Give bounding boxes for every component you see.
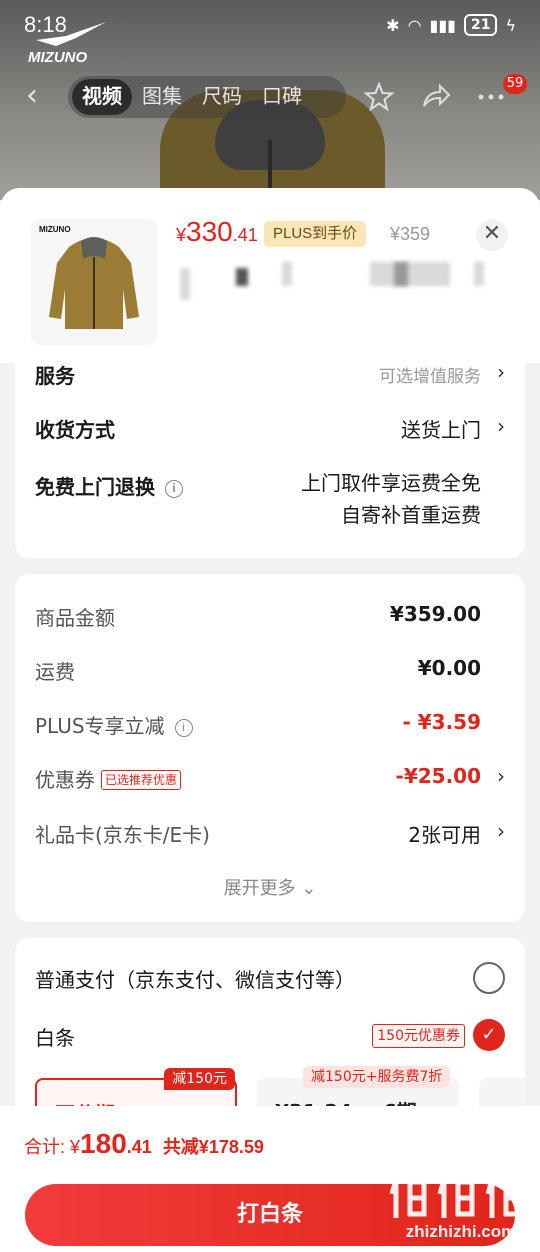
baitiao-coupon-tag: 150元优惠券 (372, 1024, 465, 1048)
more-badge: 59 (503, 74, 527, 94)
return-row: 免费上门退换 i 上门取件享运费全免 自寄补首重运费 (35, 471, 505, 531)
service-card: 服务 可选增值服务 › 收货方式 送货上门 › 免费上门退换 i 上门取件享运费全… (15, 360, 525, 558)
blurred-spec (394, 262, 408, 286)
chevron-right-icon: › (497, 414, 505, 438)
gallery-tabs: 视频 图集 尺码 口碑 (68, 76, 346, 118)
giftcard-row[interactable]: 礼品卡(京东卡/E卡) 2张可用 › (35, 819, 505, 849)
logo-text: MIZUNO (28, 49, 87, 66)
price-integer: 330 (186, 216, 233, 247)
shipping-label: 运费 (35, 660, 75, 684)
return-value-line1: 上门取件享运费全免 (301, 471, 481, 495)
total-decimal: .41 (126, 1137, 152, 1157)
delivery-label: 收货方式 (35, 418, 115, 442)
expand-more[interactable]: 展开更多 ⌄ (15, 874, 525, 900)
blurred-spec (282, 262, 292, 286)
plus-discount-row: PLUS专享立减 i - ¥3.59 (35, 710, 505, 740)
plus-discount-label: PLUS专享立减 (35, 714, 165, 738)
baitiao-label: 白条 (35, 1026, 75, 1050)
sale-price: ¥330.41 (176, 216, 258, 248)
bluetooth-icon: ✱ (386, 15, 400, 35)
tab-size[interactable]: 尺码 (192, 79, 252, 115)
tab-video[interactable]: 视频 (72, 79, 132, 115)
total-integer: 180 (80, 1128, 127, 1159)
return-value: 上门取件享运费全免 自寄补首重运费 (301, 467, 481, 531)
giftcard-label: 礼品卡(京东卡/E卡) (35, 823, 210, 847)
wifi-icon: ◠ (407, 15, 422, 35)
battery-icon: 21 (463, 14, 498, 36)
price-decimal: .41 (232, 225, 258, 245)
plus-discount-value: - ¥3.59 (402, 710, 481, 734)
return-label: 免费上门退换 (35, 475, 155, 499)
goods-amount-value: ¥359.00 (389, 602, 481, 626)
plus-discount-label-wrap: PLUS专享立减 i (35, 710, 193, 739)
tab-reviews[interactable]: 口碑 (252, 79, 312, 115)
watermark: zhizhizhi.com (388, 1164, 534, 1248)
baitiao-radio-checked[interactable]: ✓ (473, 1019, 505, 1051)
total-amount: 合计: ¥180.41 共减¥178.59 (24, 1128, 264, 1160)
price-currency: ¥ (176, 225, 187, 245)
blurred-spec (370, 262, 450, 286)
shipping-row: 运费 ¥0.00 (35, 656, 505, 686)
chevron-right-icon: › (497, 819, 505, 843)
signal-icon: ▮▮▮ (429, 15, 456, 35)
chevron-right-icon: › (497, 764, 505, 788)
coupon-value: -¥25.00 (395, 764, 481, 788)
delivery-row[interactable]: 收货方式 送货上门 › (35, 414, 505, 444)
chevron-down-icon: ⌄ (301, 878, 317, 899)
total-currency: ¥ (70, 1137, 81, 1157)
coupon-row[interactable]: 优惠券 已选推荐优惠 -¥25.00 › (35, 764, 505, 794)
service-value: 可选增值服务 (379, 367, 481, 387)
info-icon[interactable]: i (174, 719, 193, 737)
total-label: 合计: (24, 1137, 66, 1157)
giftcard-value: 2张可用 (408, 823, 481, 847)
product-thumbnail: MIZUNO (31, 219, 157, 345)
product-header: MIZUNO ¥330.41 PLUS到手价 ¥359 ✕ (0, 188, 540, 363)
order-sheet: MIZUNO ¥330.41 PLUS到手价 ¥359 ✕ 服务 可选增值服务 … (0, 188, 540, 1252)
blurred-spec (474, 262, 484, 286)
info-icon[interactable]: i (165, 480, 183, 498)
shipping-value: ¥0.00 (417, 656, 481, 680)
expand-more-label: 展开更多 (223, 878, 296, 899)
tab-gallery[interactable]: 图集 (132, 79, 192, 115)
service-row[interactable]: 服务 可选增值服务 › (35, 360, 505, 390)
normal-pay-label: 普通支付（京东支付、微信支付等） (35, 968, 355, 992)
total-saving: 共减¥178.59 (162, 1137, 264, 1157)
goods-amount-label: 商品金额 (35, 606, 115, 630)
thumbnail-logo: MIZUNO (39, 225, 71, 234)
blurred-spec (236, 268, 248, 286)
back-icon[interactable]: ‹ (26, 81, 54, 112)
status-icons: ✱ ◠ ▮▮▮ 21 ϟ (386, 14, 516, 36)
favorite-star-icon[interactable] (362, 80, 396, 114)
mizuno-logo-icon: MIZUNO (28, 22, 106, 66)
normal-pay-row[interactable]: 普通支付（京东支付、微信支付等） (35, 964, 505, 996)
goods-amount-row: 商品金额 ¥359.00 (35, 602, 505, 632)
normal-pay-radio[interactable] (473, 962, 505, 994)
delivery-value: 送货上门 (401, 418, 481, 442)
watermark-text: zhizhizhi.com (405, 1222, 517, 1241)
jacket-image (49, 237, 139, 329)
return-value-line2: 自寄补首重运费 (341, 503, 481, 527)
plan-discount-tag: 减150元 (164, 1068, 235, 1090)
share-icon[interactable] (418, 80, 452, 114)
plus-price-tag: PLUS到手价 (264, 221, 367, 247)
coupon-label-wrap: 优惠券 已选推荐优惠 (35, 764, 182, 793)
chevron-right-icon: › (497, 360, 505, 384)
original-price: ¥359 (390, 224, 431, 244)
close-icon[interactable]: ✕ (476, 219, 508, 251)
charging-icon: ϟ (505, 15, 516, 35)
amount-card: 商品金额 ¥359.00 运费 ¥0.00 PLUS专享立减 i - ¥3.59 … (15, 574, 525, 922)
plan-discount-tag: 减150元+服务费7折 (303, 1066, 451, 1088)
return-label-wrap: 免费上门退换 i (35, 471, 183, 500)
top-navigation: ‹ 视频 图集 尺码 口碑 (0, 74, 540, 120)
watermark-logo-icon (389, 1171, 524, 1218)
coupon-selected-tag: 已选推荐优惠 (101, 770, 182, 790)
blurred-spec (180, 268, 190, 300)
service-label: 服务 (35, 364, 75, 388)
coupon-label: 优惠券 (35, 768, 95, 792)
